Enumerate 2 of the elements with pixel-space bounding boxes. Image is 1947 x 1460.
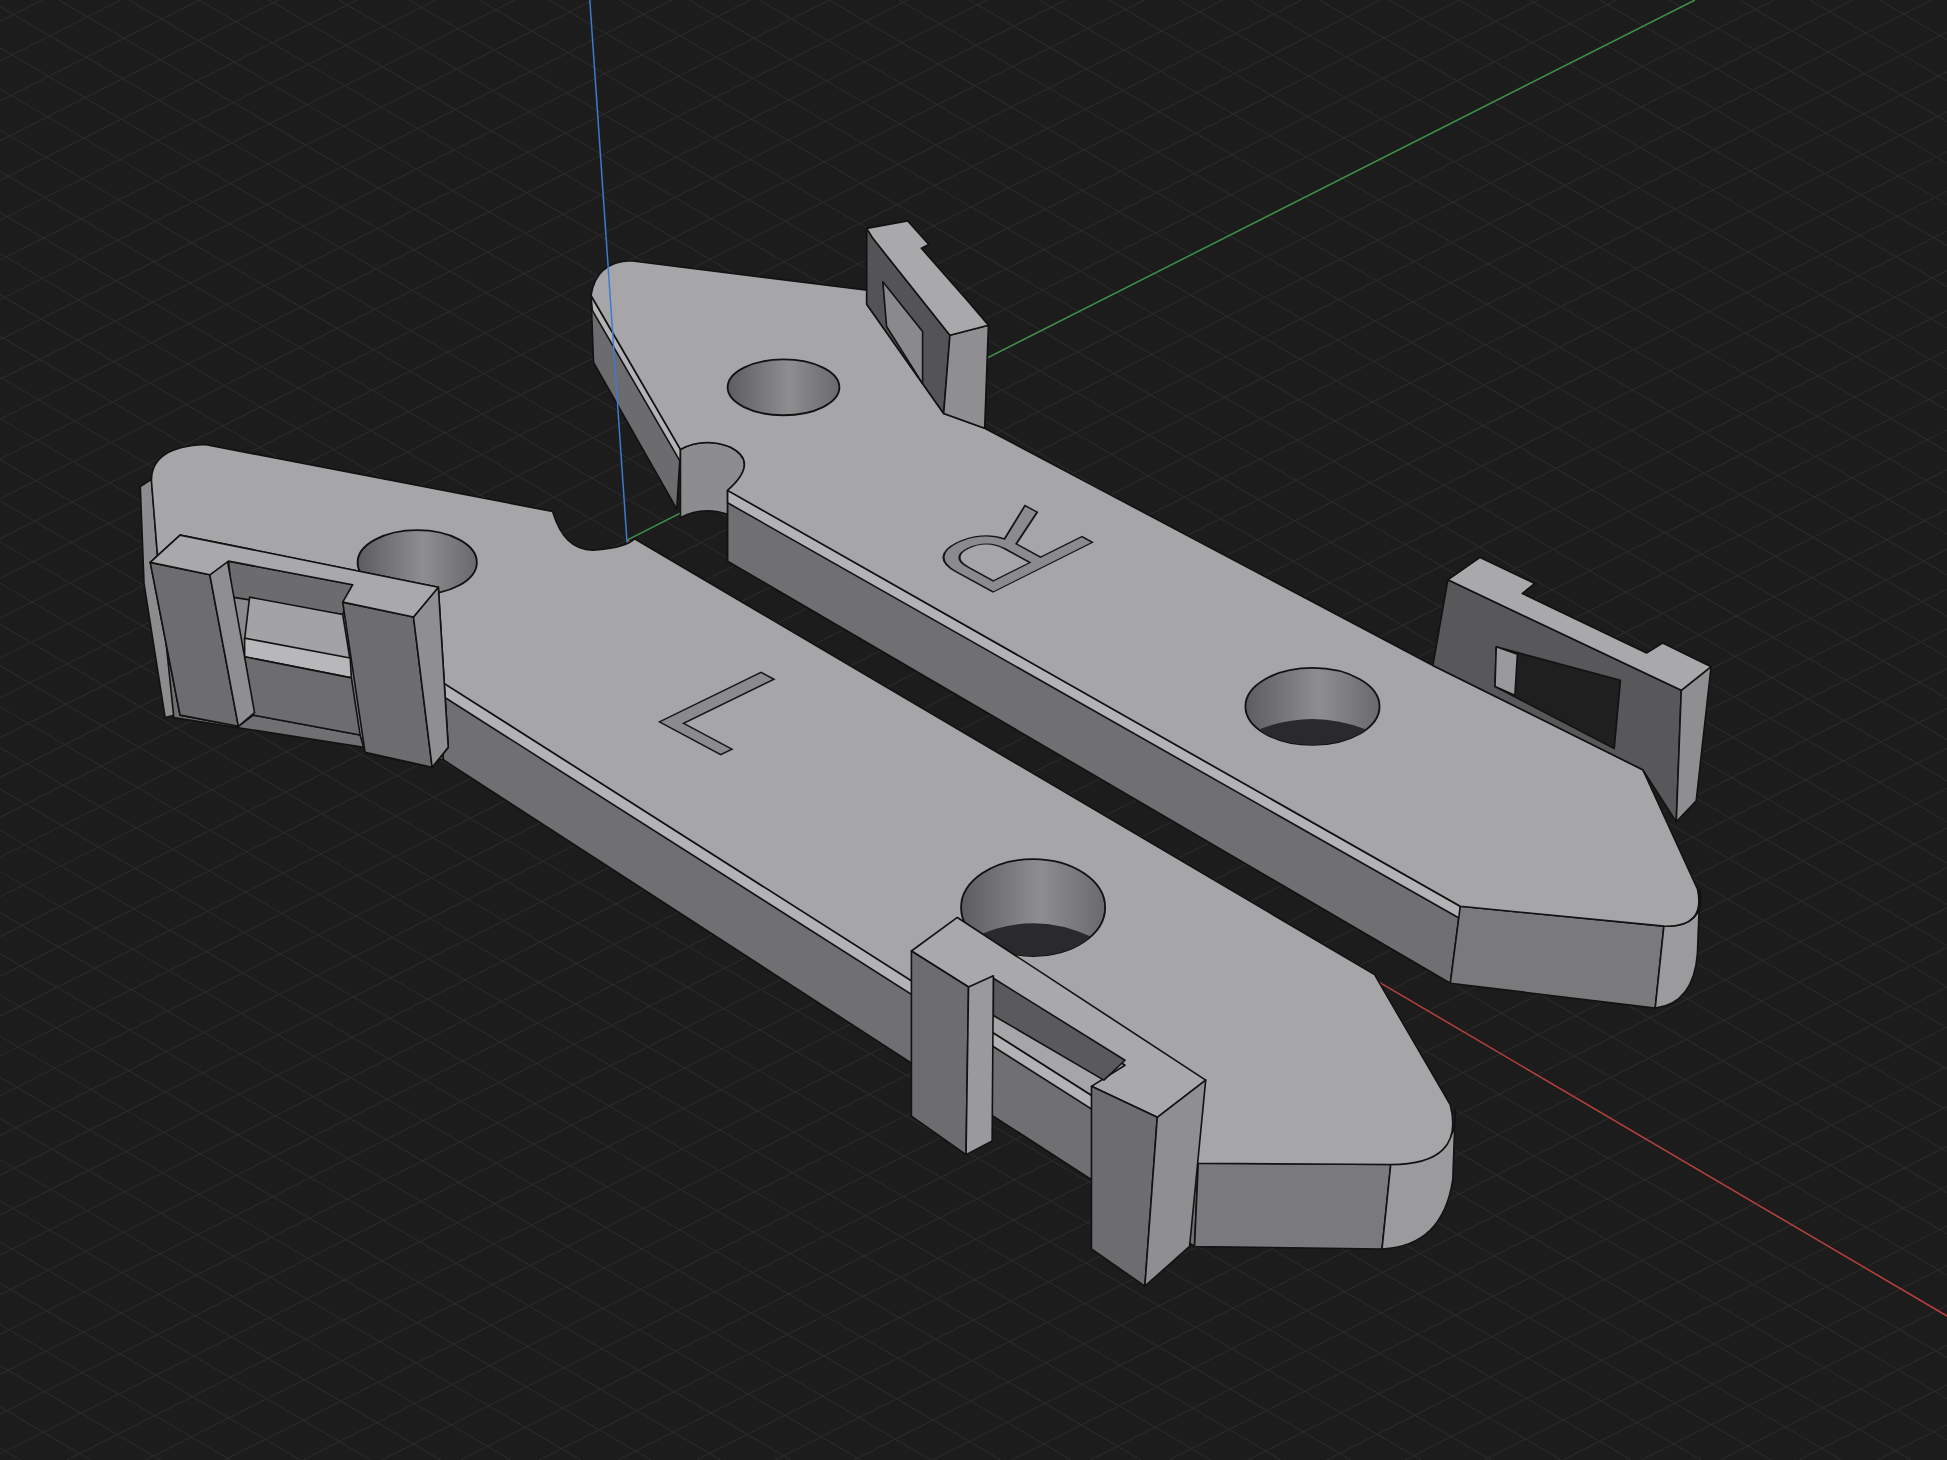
engraved-letter: L	[616, 650, 860, 773]
engraved-letter: R	[889, 487, 1133, 613]
